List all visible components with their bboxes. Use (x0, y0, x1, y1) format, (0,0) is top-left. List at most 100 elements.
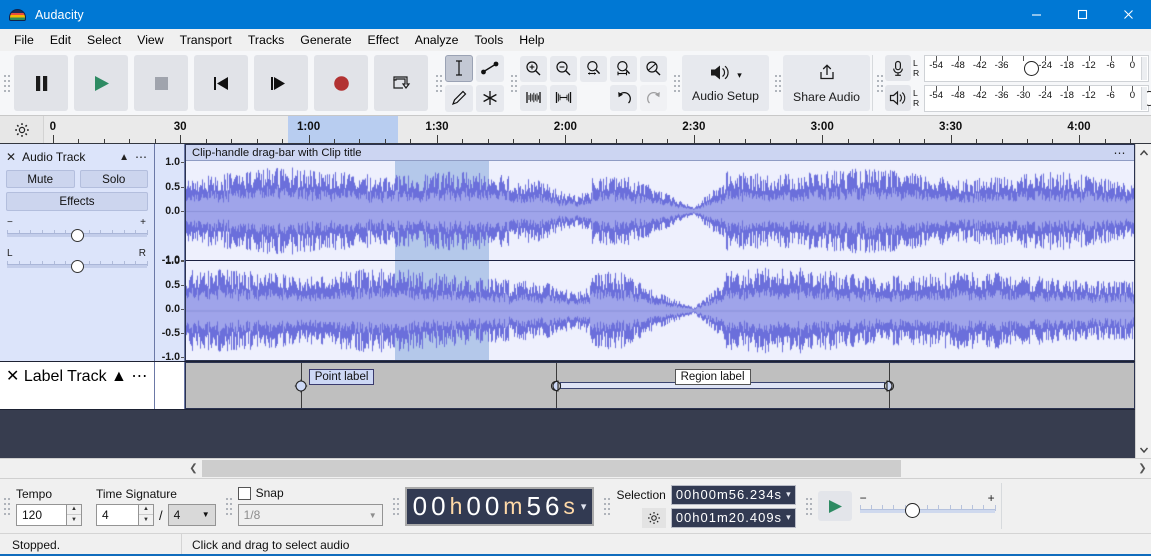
play-speed-grip[interactable] (802, 479, 812, 533)
selection-end-caret[interactable]: ▾ (786, 512, 791, 523)
multi-tool-button[interactable] (476, 85, 504, 112)
time-sig-down-icon[interactable]: ▼ (139, 515, 153, 525)
gain-slider-knob[interactable] (71, 229, 84, 242)
play-speed-knob[interactable] (905, 503, 920, 518)
menu-item-view[interactable]: View (129, 31, 171, 49)
track-menu-dots-icon[interactable]: ⋯ (131, 368, 147, 385)
time-sig-upper-input[interactable] (96, 504, 138, 526)
point-label-handle[interactable] (294, 378, 308, 394)
waveform-channel-left[interactable] (186, 161, 1134, 261)
solo-button[interactable]: Solo (80, 170, 149, 188)
point-label-chip[interactable]: Point label (309, 369, 375, 385)
menu-item-help[interactable]: Help (511, 31, 552, 49)
record-volume-knob[interactable] (1024, 61, 1039, 76)
menu-item-edit[interactable]: Edit (42, 31, 79, 49)
playback-meter-scale[interactable]: -54-48-42-36-30-24-18-12-60 (924, 85, 1149, 112)
region-label-end-handle[interactable] (882, 378, 896, 394)
snap-toolbar-grip[interactable] (222, 479, 232, 533)
trim-audio-outside-selection-icon[interactable] (520, 85, 547, 111)
edit-toolbar-grip[interactable] (507, 51, 517, 115)
play-at-speed-icon[interactable] (818, 491, 852, 521)
undo-icon[interactable] (610, 85, 637, 111)
stop-button[interactable] (134, 55, 188, 111)
selection-start-field[interactable]: 00h00m56.234s ▾ (671, 485, 796, 505)
fit-selection-to-width-icon[interactable] (580, 56, 607, 82)
audio-track-name[interactable]: Audio Track (22, 150, 113, 164)
menu-item-select[interactable]: Select (79, 31, 129, 49)
play-button[interactable] (74, 55, 128, 111)
time-sig-upper-spinner[interactable]: ▲▼ (96, 504, 154, 526)
region-label-chip[interactable]: Region label (675, 369, 751, 385)
horizontal-scroll-trough[interactable] (202, 460, 1134, 477)
track-menu-dots-icon[interactable]: ⋯ (135, 150, 148, 164)
time-toolbar-grip[interactable] (0, 479, 10, 533)
zoom-in-icon[interactable] (520, 56, 547, 82)
region-label-start-handle[interactable] (549, 378, 563, 394)
waveform-channel-right[interactable] (186, 261, 1134, 360)
selection-tool-button[interactable] (445, 55, 473, 82)
pan-slider[interactable]: L R (6, 249, 148, 273)
record-meter-scale[interactable]: -54-48-42-36-30-24-18-12-60 (924, 55, 1149, 82)
tempo-up-icon[interactable]: ▲ (67, 505, 81, 516)
record-button[interactable] (314, 55, 368, 111)
skip-to-end-button[interactable] (254, 55, 308, 111)
loop-button[interactable] (374, 55, 428, 111)
silence-audio-selection-icon[interactable] (550, 85, 577, 111)
time-display-caret[interactable]: ▾ (581, 500, 587, 513)
gain-slider[interactable]: − + (6, 218, 148, 242)
waveform-clip[interactable]: Clip-handle drag-bar with Clip title ⋯ (185, 144, 1135, 361)
tempo-down-icon[interactable]: ▼ (67, 515, 81, 525)
menu-item-effect[interactable]: Effect (360, 31, 407, 49)
pan-slider-knob[interactable] (71, 260, 84, 273)
chevron-up-icon[interactable]: ▲ (111, 368, 127, 385)
effects-button[interactable]: Effects (6, 192, 148, 211)
zoom-toggle-icon[interactable] (640, 56, 667, 82)
minimize-icon[interactable] (1013, 0, 1059, 29)
time-sig-upper-arrows[interactable]: ▲▼ (138, 504, 154, 526)
pause-button[interactable] (14, 55, 68, 111)
waveform-vertical-ruler[interactable]: 1.00.50.0-1.01.00.50.0-0.5-1.0 (155, 144, 185, 361)
selection-end-field[interactable]: 00h01m20.409s ▾ (671, 508, 796, 528)
selection-start-caret[interactable]: ▾ (786, 489, 791, 500)
menu-item-tools[interactable]: Tools (467, 31, 512, 49)
transport-toolbar-grip[interactable] (0, 51, 10, 115)
scroll-up-icon[interactable] (1136, 144, 1151, 161)
timeline-ruler-track[interactable]: 0301:001:302:002:303:003:304:00 (44, 116, 1151, 143)
clip-title[interactable]: Clip-handle drag-bar with Clip title (192, 147, 362, 159)
timeline-ruler[interactable]: 0301:001:302:002:303:003:304:00 (0, 116, 1151, 144)
close-icon[interactable] (1105, 0, 1151, 29)
label-track-name[interactable]: Label Track (24, 368, 107, 385)
menu-item-generate[interactable]: Generate (292, 31, 359, 49)
draw-tool-button[interactable] (445, 85, 473, 112)
horizontal-scrollbar[interactable]: ❮ ❯ (185, 459, 1151, 478)
close-track-icon[interactable]: ✕ (6, 151, 16, 163)
maximize-icon[interactable] (1059, 0, 1105, 29)
scroll-left-icon[interactable]: ❮ (185, 463, 202, 474)
vertical-scroll-trough[interactable] (1136, 161, 1151, 441)
scroll-down-icon[interactable] (1136, 441, 1151, 458)
selection-options-gear-icon[interactable] (642, 508, 666, 528)
microphone-icon[interactable] (885, 55, 911, 81)
close-track-icon[interactable]: ✕ (6, 368, 19, 385)
speaker-output-icon[interactable] (885, 85, 911, 111)
menu-item-transport[interactable]: Transport (172, 31, 240, 49)
skip-to-start-button[interactable] (194, 55, 248, 111)
envelope-tool-button[interactable] (476, 55, 504, 82)
clip-menu-dots-icon[interactable]: ⋯ (1114, 146, 1128, 160)
snap-checkbox-row[interactable]: Snap (238, 486, 383, 500)
meter-toolbar-grip[interactable] (873, 51, 883, 115)
menu-item-file[interactable]: File (6, 31, 42, 49)
label-track-field[interactable]: Point label Region label (185, 362, 1135, 409)
clip-drag-bar[interactable]: Clip-handle drag-bar with Clip title ⋯ (186, 145, 1134, 161)
menu-item-analyze[interactable]: Analyze (407, 31, 467, 49)
tempo-input[interactable] (16, 504, 66, 526)
share-audio-button[interactable]: Share Audio (783, 55, 870, 111)
selection-toolbar-grip[interactable] (600, 479, 610, 533)
vertical-scrollbar[interactable] (1135, 144, 1151, 458)
tools-toolbar-grip[interactable] (432, 51, 442, 115)
tempo-spinner[interactable]: ▲▼ (16, 504, 82, 526)
share-audio-grip[interactable] (771, 51, 781, 115)
chevron-up-icon[interactable]: ▲ (119, 152, 129, 163)
timeline-options-gear-icon[interactable] (0, 116, 44, 143)
play-speed-slider[interactable]: − + (860, 493, 995, 519)
